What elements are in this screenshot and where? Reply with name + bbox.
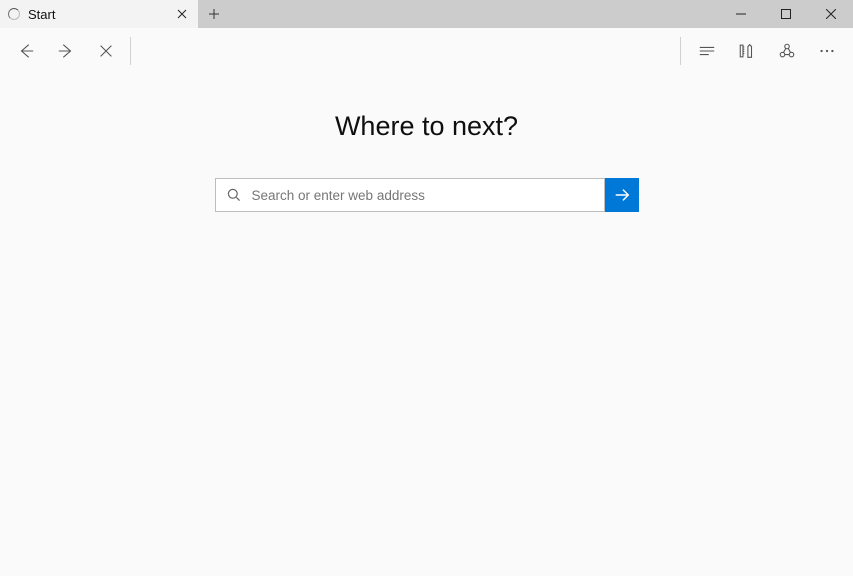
tab-title: Start (28, 7, 164, 22)
search-input[interactable] (252, 188, 596, 203)
page-heading: Where to next? (335, 111, 518, 142)
search-box[interactable] (215, 178, 605, 212)
maximize-button[interactable] (763, 0, 808, 28)
close-window-button[interactable] (808, 0, 853, 28)
share-icon (778, 42, 796, 60)
web-note-button[interactable] (727, 28, 767, 73)
forward-button[interactable] (46, 28, 86, 73)
search-icon (226, 187, 242, 203)
divider (130, 37, 131, 65)
arrow-left-icon (17, 42, 35, 60)
ruler-pencil-icon (738, 42, 756, 60)
search-row (215, 178, 639, 212)
minimize-icon (736, 9, 746, 19)
reading-view-button[interactable] (687, 28, 727, 73)
more-icon (818, 42, 836, 60)
stop-button[interactable] (86, 28, 126, 73)
share-button[interactable] (767, 28, 807, 73)
go-button[interactable] (605, 178, 639, 212)
new-tab-button[interactable] (198, 0, 230, 28)
tab-close-button[interactable] (172, 4, 192, 24)
plus-icon (208, 8, 220, 20)
window-controls (718, 0, 853, 28)
navbar (0, 28, 853, 73)
spinner-icon (8, 8, 20, 20)
maximize-icon (781, 9, 791, 19)
close-icon (826, 9, 836, 19)
toolbar-right (676, 28, 847, 73)
close-icon (177, 9, 187, 19)
arrow-right-icon (57, 42, 75, 60)
divider (680, 37, 681, 65)
more-button[interactable] (807, 28, 847, 73)
titlebar-drag-area[interactable] (230, 0, 718, 28)
minimize-button[interactable] (718, 0, 763, 28)
reading-view-icon (698, 42, 716, 60)
tab-start[interactable]: Start (0, 0, 198, 28)
back-button[interactable] (6, 28, 46, 73)
content-area: Where to next? (0, 73, 853, 212)
x-icon (97, 42, 115, 60)
titlebar: Start (0, 0, 853, 28)
arrow-right-icon (613, 186, 631, 204)
